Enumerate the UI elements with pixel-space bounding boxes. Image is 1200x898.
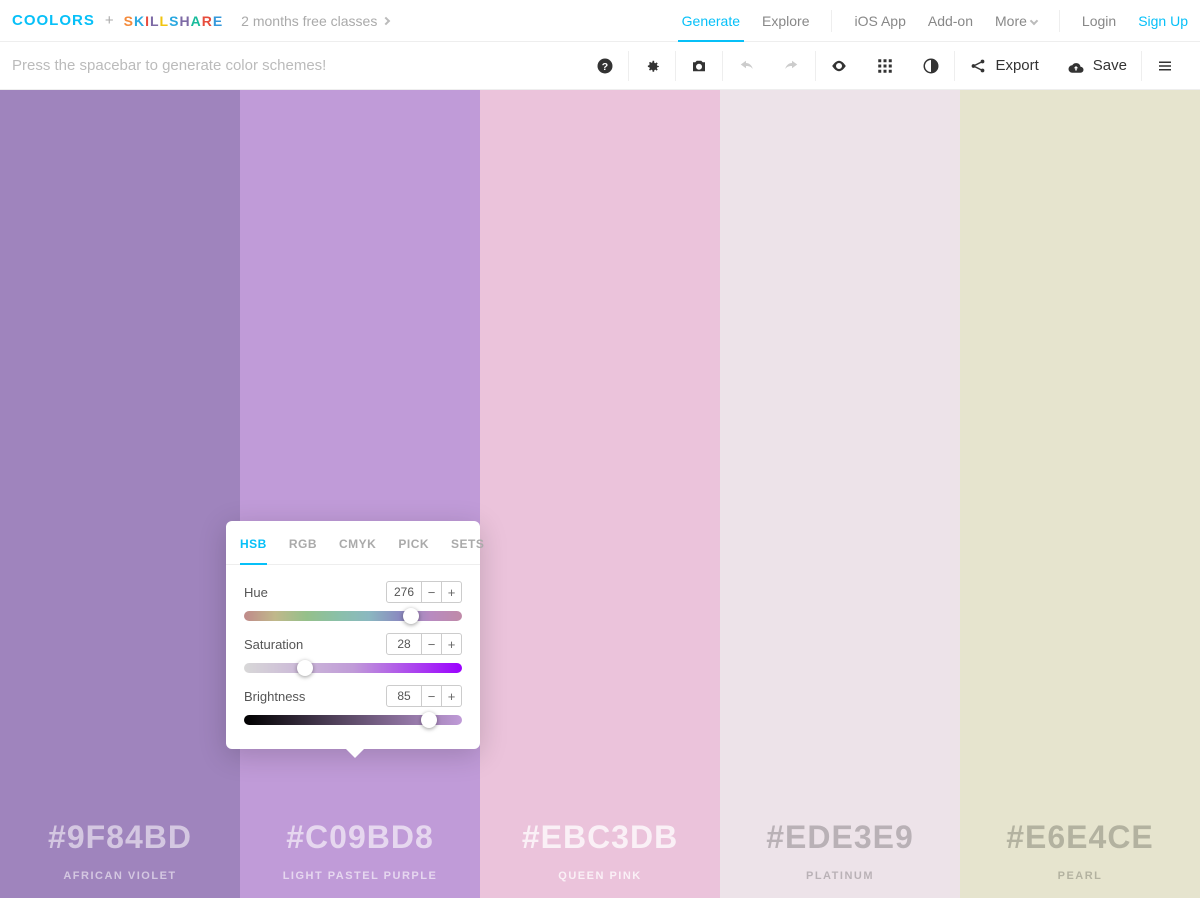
contrast-button[interactable] xyxy=(908,42,954,90)
palette: #9F84BD AFRICAN VIOLET #C09BD8 LIGHT PAS… xyxy=(0,90,1200,898)
nav-right: Generate Explore iOS App Add-on More Log… xyxy=(682,10,1188,32)
redo-button[interactable] xyxy=(769,42,815,90)
swatch-0[interactable]: #9F84BD AFRICAN VIOLET xyxy=(0,90,240,898)
help-icon: ? xyxy=(596,57,614,75)
export-label: Export xyxy=(995,57,1038,74)
hue-label: Hue xyxy=(244,585,268,600)
gear-icon xyxy=(643,57,661,75)
nav-more[interactable]: More xyxy=(995,13,1037,29)
swatch-hex[interactable]: #EDE3E9 xyxy=(766,819,914,856)
top-nav: COOLORS + SKILLSHARE 2 months free class… xyxy=(0,0,1200,42)
picker-tab-rgb[interactable]: RGB xyxy=(289,521,317,564)
brightness-label: Brightness xyxy=(244,689,305,704)
hamburger-icon xyxy=(1156,57,1174,75)
picker-tab-pick[interactable]: PICK xyxy=(398,521,429,564)
swatch-4[interactable]: #E6E4CE PEARL xyxy=(960,90,1200,898)
export-button[interactable]: Export xyxy=(955,57,1052,75)
swatch-hex[interactable]: #9F84BD xyxy=(48,819,192,856)
plus-separator: + xyxy=(101,12,118,29)
picker-body: Hue 276 − + Saturation 28 − xyxy=(226,565,480,749)
skillshare-logo[interactable]: SKILLSHARE xyxy=(124,13,224,29)
saturation-thumb[interactable] xyxy=(297,660,313,676)
toolbar: Press the spacebar to generate color sch… xyxy=(0,42,1200,90)
brightness-controls: 85 − + xyxy=(386,685,462,707)
saturation-row: Saturation 28 − + xyxy=(244,633,462,673)
swatch-name: AFRICAN VIOLET xyxy=(63,870,176,882)
brightness-value[interactable]: 85 xyxy=(386,685,422,707)
picker-tab-hsb[interactable]: HSB xyxy=(240,521,267,565)
save-label: Save xyxy=(1093,57,1127,74)
saturation-value[interactable]: 28 xyxy=(386,633,422,655)
saturation-plus-button[interactable]: + xyxy=(442,633,462,655)
save-button[interactable]: Save xyxy=(1053,57,1141,75)
camera-icon xyxy=(690,57,708,75)
swatch-name: PEARL xyxy=(1058,870,1103,882)
coolors-logo[interactable]: COOLORS xyxy=(12,12,95,29)
swatch-1[interactable]: #C09BD8 LIGHT PASTEL PURPLE xyxy=(240,90,480,898)
toolbar-right: ? Export S xyxy=(582,42,1188,90)
swatch-name: LIGHT PASTEL PURPLE xyxy=(283,870,438,882)
swatch-3[interactable]: #EDE3E9 PLATINUM xyxy=(720,90,960,898)
chevron-down-icon xyxy=(1030,16,1038,24)
swatch-hex[interactable]: #C09BD8 xyxy=(286,819,434,856)
picker-tab-sets[interactable]: SETS xyxy=(451,521,484,564)
brightness-minus-button[interactable]: − xyxy=(422,685,442,707)
svg-text:?: ? xyxy=(602,60,608,72)
swatch-2[interactable]: #EBC3DB QUEEN PINK xyxy=(480,90,720,898)
chevron-right-icon xyxy=(382,16,390,24)
hue-value[interactable]: 276 xyxy=(386,581,422,603)
logo-block: COOLORS + SKILLSHARE xyxy=(12,12,223,29)
brightness-thumb[interactable] xyxy=(421,712,437,728)
brightness-row: Brightness 85 − + xyxy=(244,685,462,725)
toolbar-hint: Press the spacebar to generate color sch… xyxy=(12,57,326,74)
hue-row: Hue 276 − + xyxy=(244,581,462,621)
settings-button[interactable] xyxy=(629,42,675,90)
hue-controls: 276 − + xyxy=(386,581,462,603)
swatch-name: PLATINUM xyxy=(806,870,874,882)
cloud-upload-icon xyxy=(1067,57,1085,75)
view-button[interactable] xyxy=(816,42,862,90)
nav-addon[interactable]: Add-on xyxy=(928,13,973,29)
swatch-hex[interactable]: #EBC3DB xyxy=(522,819,678,856)
saturation-minus-button[interactable]: − xyxy=(422,633,442,655)
nav-ios[interactable]: iOS App xyxy=(854,13,905,29)
nav-separator xyxy=(1059,10,1060,32)
nav-signup[interactable]: Sign Up xyxy=(1138,13,1188,29)
promo-text: 2 months free classes xyxy=(241,13,377,29)
hue-slider[interactable] xyxy=(244,611,462,621)
grid-button[interactable] xyxy=(862,42,908,90)
hue-plus-button[interactable]: + xyxy=(442,581,462,603)
nav-explore[interactable]: Explore xyxy=(762,13,809,29)
nav-login[interactable]: Login xyxy=(1082,13,1116,29)
camera-button[interactable] xyxy=(676,42,722,90)
promo-link[interactable]: 2 months free classes xyxy=(241,13,389,29)
undo-button[interactable] xyxy=(723,42,769,90)
saturation-controls: 28 − + xyxy=(386,633,462,655)
eye-icon xyxy=(830,57,848,75)
brightness-slider[interactable] xyxy=(244,715,462,725)
brightness-plus-button[interactable]: + xyxy=(442,685,462,707)
saturation-label: Saturation xyxy=(244,637,303,652)
nav-separator xyxy=(831,10,832,32)
help-button[interactable]: ? xyxy=(582,42,628,90)
swatch-hex[interactable]: #E6E4CE xyxy=(1006,819,1154,856)
picker-tabs: HSB RGB CMYK PICK SETS xyxy=(226,521,480,565)
share-icon xyxy=(969,57,987,75)
grid-icon xyxy=(876,57,894,75)
hue-thumb[interactable] xyxy=(403,608,419,624)
hue-minus-button[interactable]: − xyxy=(422,581,442,603)
contrast-icon xyxy=(922,57,940,75)
undo-icon xyxy=(737,57,755,75)
saturation-slider[interactable] xyxy=(244,663,462,673)
swatch-name: QUEEN PINK xyxy=(558,870,641,882)
color-picker-popover: HSB RGB CMYK PICK SETS Hue 276 − + xyxy=(226,521,480,749)
picker-tab-cmyk[interactable]: CMYK xyxy=(339,521,376,564)
redo-icon xyxy=(783,57,801,75)
menu-button[interactable] xyxy=(1142,42,1188,90)
nav-generate[interactable]: Generate xyxy=(682,13,740,29)
